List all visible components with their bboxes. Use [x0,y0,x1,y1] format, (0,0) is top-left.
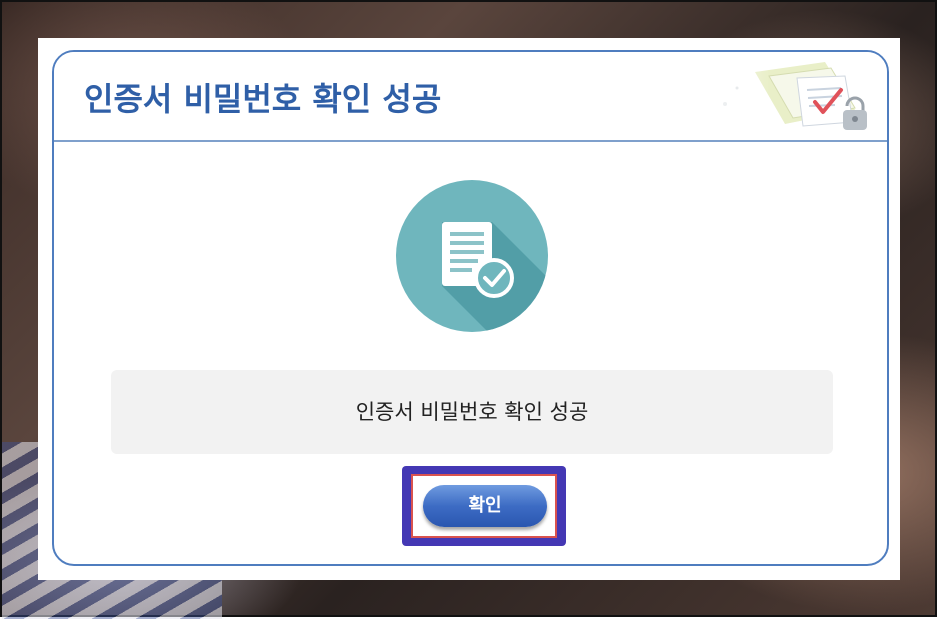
document-check-icon [396,180,548,332]
message-box: 인증서 비밀번호 확인 성공 [111,370,833,454]
dialog-frame: 인증서 비밀번호 확인 성공 인증서 비밀번호 확인 성공 확인 [38,38,900,580]
success-dialog: 인증서 비밀번호 확인 성공 인증서 비밀번호 확인 성공 확인 [52,50,889,566]
button-highlight-inner: 확인 [411,474,557,538]
confirm-button[interactable]: 확인 [423,485,547,527]
dialog-title: 인증서 비밀번호 확인 성공 [84,80,442,118]
dialog-header: 인증서 비밀번호 확인 성공 [54,52,887,142]
message-text: 인증서 비밀번호 확인 성공 [355,400,589,424]
certificate-lock-illustration-icon [685,58,875,138]
button-highlight: 확인 [402,466,566,546]
